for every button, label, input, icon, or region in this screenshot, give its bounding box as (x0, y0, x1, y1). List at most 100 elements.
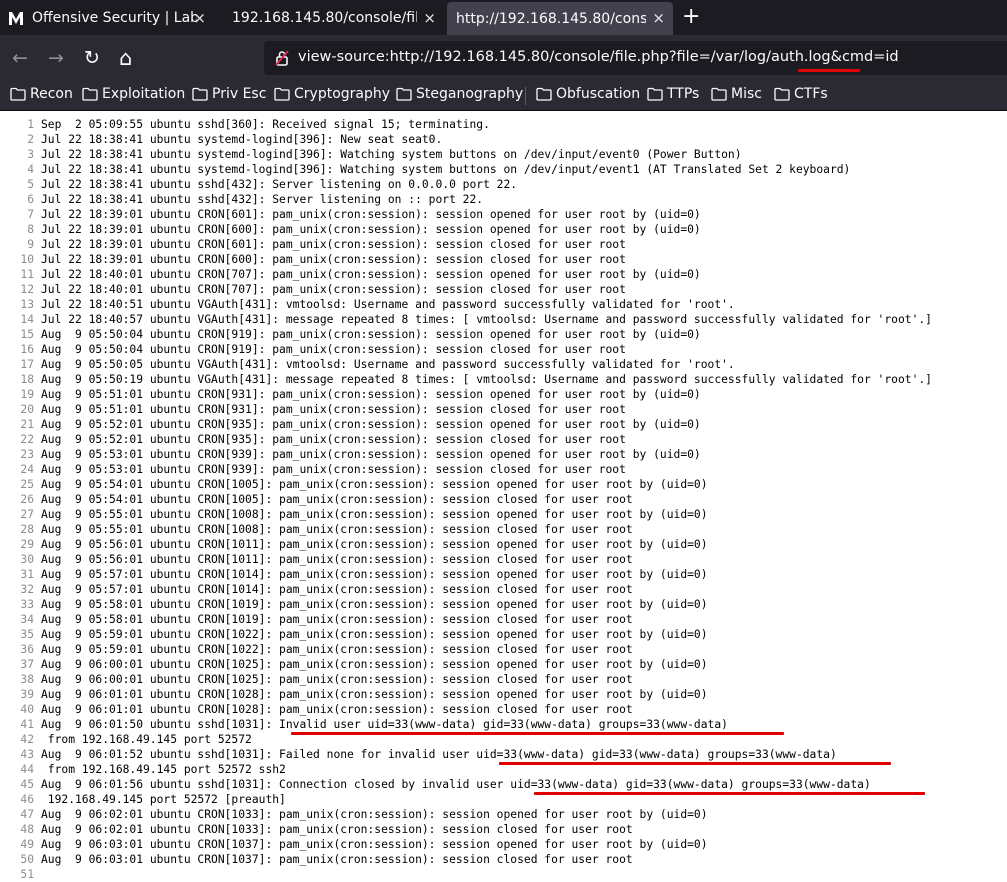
bookmark-folder-obfuscation[interactable]: Obfuscation (536, 86, 640, 102)
line-number: 2 (27, 133, 34, 146)
line-text: Aug 9 05:57:01 ubuntu CRON[1014]: pam_un… (41, 583, 633, 596)
bookmark-label: Steganography (416, 86, 524, 102)
line-number: 3 (27, 148, 34, 161)
line-text: Aug 9 05:50:19 ubuntu VGAuth[431]: messa… (41, 373, 932, 386)
source-line: 9 Jul 22 18:39:01 ubuntu CRON[601]: pam_u… (0, 237, 1007, 252)
line-text: Aug 9 05:51:01 ubuntu CRON[931]: pam_uni… (41, 388, 701, 401)
url-bar[interactable]: view-source:http://192.168.145.80/consol… (264, 41, 1007, 75)
bookmark-folder-cryptography[interactable]: Cryptography (274, 86, 390, 102)
line-text: Jul 22 18:38:41 ubuntu systemd-logind[39… (41, 163, 851, 176)
bookmark-label: Misc (731, 86, 762, 102)
line-text: Jul 22 18:38:41 ubuntu sshd[432]: Server… (41, 178, 518, 191)
tab-view-source[interactable]: http://192.168.145.80/consol × (447, 2, 673, 35)
tab-close-icon[interactable]: × (193, 9, 206, 27)
line-text: Aug 9 05:58:01 ubuntu CRON[1019]: pam_un… (41, 613, 633, 626)
line-text: Aug 9 05:54:01 ubuntu CRON[1005]: pam_un… (41, 478, 708, 491)
back-button[interactable]: ← (12, 48, 28, 68)
line-text: Sep 2 05:09:55 ubuntu sshd[360]: Receive… (41, 118, 490, 131)
line-number: 23 (20, 448, 34, 461)
line-text: Aug 9 05:50:05 ubuntu VGAuth[431]: vmtoo… (41, 358, 735, 371)
bookmark-folder-steganography[interactable]: Steganography (396, 86, 523, 102)
tab-title: Offensive Security | Labs (32, 9, 197, 26)
tab-close-icon[interactable]: × (423, 9, 436, 27)
tab-offensive-security[interactable]: Offensive Security | Labs × (0, 0, 214, 35)
source-line: 36 Aug 9 05:59:01 ubuntu CRON[1022]: pam_… (0, 642, 1007, 657)
bookmark-folder-ttps[interactable]: TTPs (647, 86, 699, 102)
source-line: 16 Aug 9 05:50:04 ubuntu CRON[919]: pam_u… (0, 342, 1007, 357)
bookmark-label: TTPs (667, 86, 700, 102)
bookmark-folder-ctfs[interactable]: CTFs (774, 86, 828, 102)
source-line: 14 Jul 22 18:40:57 ubuntu VGAuth[431]: me… (0, 312, 1007, 327)
source-line: 41 Aug 9 06:01:50 ubuntu sshd[1031]: Inva… (0, 717, 1007, 732)
line-number: 7 (27, 208, 34, 221)
bookmark-label: Obfuscation (556, 86, 641, 102)
line-number: 29 (20, 538, 34, 551)
source-line: 1 Sep 2 05:09:55 ubuntu sshd[360]: Receiv… (0, 117, 1007, 132)
source-line: 4 Jul 22 18:38:41 ubuntu systemd-logind[3… (0, 162, 1007, 177)
tab-title: http://192.168.145.80/consol (456, 10, 646, 27)
source-line: 37 Aug 9 06:00:01 ubuntu CRON[1025]: pam_… (0, 657, 1007, 672)
bookmark-folder-misc[interactable]: Misc (711, 86, 762, 102)
source-line: 25 Aug 9 05:54:01 ubuntu CRON[1005]: pam_… (0, 477, 1007, 492)
line-text: Aug 9 05:55:01 ubuntu CRON[1008]: pam_un… (41, 508, 708, 521)
folder-icon (774, 87, 790, 101)
tab-close-icon[interactable]: × (652, 9, 665, 27)
folder-icon (192, 87, 208, 101)
line-text: Aug 9 05:59:01 ubuntu CRON[1022]: pam_un… (41, 628, 708, 641)
insecure-lock-icon[interactable] (275, 50, 289, 66)
line-number: 25 (20, 478, 34, 491)
line-text: Aug 9 05:53:01 ubuntu CRON[939]: pam_uni… (41, 448, 701, 461)
line-number: 18 (20, 373, 34, 386)
bookmark-folder-priv-esc[interactable]: Priv Esc (192, 86, 266, 102)
folder-icon (647, 87, 663, 101)
bookmark-label: Exploitation (102, 86, 186, 102)
folder-icon (82, 87, 98, 101)
line-number: 6 (27, 193, 34, 206)
line-number: 33 (20, 598, 34, 611)
line-number: 13 (20, 298, 34, 311)
line-number: 47 (20, 808, 34, 821)
bookmark-folder-exploitation[interactable]: Exploitation (82, 86, 185, 102)
home-button[interactable]: ⌂ (119, 48, 132, 69)
source-line: 23 Aug 9 05:53:01 ubuntu CRON[939]: pam_u… (0, 447, 1007, 462)
tab-file-php[interactable]: 192.168.145.80/console/file.p × (214, 0, 444, 35)
line-number: 26 (20, 493, 34, 506)
source-line: 7 Jul 22 18:39:01 ubuntu CRON[601]: pam_u… (0, 207, 1007, 222)
navigation-bar: ← → ↻ ⌂ view-source:http://192.168.145.8… (0, 35, 1007, 82)
source-line: 18 Aug 9 05:50:19 ubuntu VGAuth[431]: mes… (0, 372, 1007, 387)
source-line: 13 Jul 22 18:40:51 ubuntu VGAuth[431]: vm… (0, 297, 1007, 312)
line-text: Aug 9 06:01:52 ubuntu sshd[1031]: Failed… (41, 748, 837, 761)
line-text: Aug 9 06:00:01 ubuntu CRON[1025]: pam_un… (41, 658, 708, 671)
line-text: from 192.168.49.145 port 52572 ssh2 (41, 763, 286, 776)
source-line: 20 Aug 9 05:51:01 ubuntu CRON[931]: pam_u… (0, 402, 1007, 417)
bookmark-folder-recon[interactable]: Recon (10, 86, 73, 102)
line-number: 28 (20, 523, 34, 536)
source-line: 43 Aug 9 06:01:52 ubuntu sshd[1031]: Fail… (0, 747, 1007, 762)
source-line: 10 Jul 22 18:39:01 ubuntu CRON[600]: pam_… (0, 252, 1007, 267)
source-line: 33 Aug 9 05:58:01 ubuntu CRON[1019]: pam_… (0, 597, 1007, 612)
folder-icon (396, 87, 412, 101)
line-number: 8 (27, 223, 34, 236)
line-number: 36 (20, 643, 34, 656)
line-text: Jul 22 18:38:41 ubuntu systemd-logind[39… (41, 133, 443, 146)
line-number: 9 (27, 238, 34, 251)
source-line: 49 Aug 9 06:03:01 ubuntu CRON[1037]: pam_… (0, 837, 1007, 852)
bookmark-label: Priv Esc (212, 86, 267, 102)
line-text: Jul 22 18:40:01 ubuntu CRON[707]: pam_un… (41, 283, 626, 296)
source-line: 15 Aug 9 05:50:04 ubuntu CRON[919]: pam_u… (0, 327, 1007, 342)
highlight-underline-line45 (534, 792, 925, 795)
new-tab-button[interactable]: + (682, 4, 700, 29)
source-line: 34 Aug 9 05:58:01 ubuntu CRON[1019]: pam_… (0, 612, 1007, 627)
line-number: 38 (20, 673, 34, 686)
line-number: 40 (20, 703, 34, 716)
bookmark-label: Cryptography (294, 86, 391, 102)
source-line: 45 Aug 9 06:01:56 ubuntu sshd[1031]: Conn… (0, 777, 1007, 792)
reload-button[interactable]: ↻ (84, 48, 100, 68)
forward-button[interactable]: → (48, 48, 64, 68)
tab-strip: Offensive Security | Labs × 192.168.145.… (0, 0, 1007, 35)
line-text: Jul 22 18:39:01 ubuntu CRON[601]: pam_un… (41, 238, 626, 251)
url-text[interactable]: view-source:http://192.168.145.80/consol… (298, 49, 899, 65)
line-text: Aug 9 06:03:01 ubuntu CRON[1037]: pam_un… (41, 853, 633, 866)
bookmarks-toolbar: Recon Exploitation Priv Esc Cryptography Ste… (0, 82, 1007, 111)
line-number: 35 (20, 628, 34, 641)
